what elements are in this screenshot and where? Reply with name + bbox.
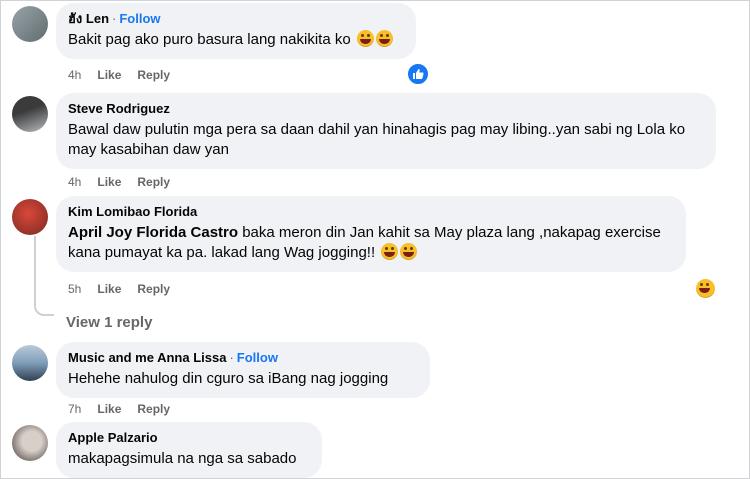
reply-button[interactable]: Reply (137, 282, 170, 296)
comment-time[interactable]: 4h (68, 175, 81, 189)
comment-actions: 4h Like Reply (68, 175, 186, 189)
follow-button[interactable]: Follow (119, 11, 160, 26)
reply-thread-line (34, 236, 54, 316)
comment-time[interactable]: 7h (68, 402, 81, 416)
comment-text: Hehehe nahulog din cguro sa iBang nag jo… (68, 370, 389, 387)
comment-author[interactable]: ฮัง Len (68, 11, 109, 26)
comment-author[interactable]: Steve Rodriguez (68, 101, 704, 117)
comment-text-body: Bakit pag ako puro basura lang nakikita … (68, 31, 351, 48)
laughing-face-emoji (400, 243, 418, 260)
reply-button[interactable]: Reply (137, 175, 170, 189)
like-button[interactable]: Like (97, 282, 121, 296)
comment-bubble: Apple Palzario makapagsimula na nga sa s… (56, 422, 322, 478)
comment-time[interactable]: 5h (68, 282, 81, 296)
like-button[interactable]: Like (97, 175, 121, 189)
comment-author[interactable]: Music and me Anna Lissa (68, 350, 226, 365)
separator-dot: · (112, 11, 117, 26)
avatar[interactable] (12, 425, 48, 461)
avatar[interactable] (12, 96, 48, 132)
avatar[interactable] (12, 199, 48, 235)
comment-text: April Joy Florida Castro baka meron din … (68, 223, 674, 263)
laughing-face-emoji (381, 243, 399, 260)
separator-dot: · (229, 350, 234, 365)
laughing-face-emoji (375, 30, 393, 47)
comment-author[interactable]: Apple Palzario (68, 430, 310, 446)
avatar[interactable] (12, 6, 48, 42)
laughing-face-emoji (356, 30, 374, 47)
comment-bubble: Steve Rodriguez Bawal daw pulutin mga pe… (56, 93, 716, 169)
comment-author-row: ฮัง Len · Follow (68, 11, 404, 27)
avatar[interactable] (12, 345, 48, 381)
reply-button[interactable]: Reply (137, 68, 170, 82)
mention-link[interactable]: April Joy Florida Castro (68, 224, 238, 241)
like-button[interactable]: Like (97, 402, 121, 416)
comment-time[interactable]: 4h (68, 68, 81, 82)
comment-actions: 4h Like Reply (68, 68, 186, 82)
comment-author-row: Music and me Anna Lissa · Follow (68, 350, 418, 366)
comment-bubble: ฮัง Len · Follow Bakit pag ako puro basura… (56, 3, 416, 59)
laughing-face-emoji[interactable] (696, 279, 715, 298)
comment-author[interactable]: Kim Lomibao Florida (68, 204, 674, 220)
view-replies-link[interactable]: View 1 reply (66, 314, 152, 331)
thumbs-up-icon[interactable] (406, 62, 430, 86)
like-button[interactable]: Like (97, 68, 121, 82)
comment-text: Bakit pag ako puro basura lang nakikita … (68, 30, 404, 50)
comment-actions: 7h Like Reply (68, 402, 186, 416)
comment-bubble: Kim Lomibao Florida April Joy Florida Ca… (56, 196, 686, 272)
comment-bubble: Music and me Anna Lissa · Follow Hehehe na… (56, 342, 430, 398)
comment-text: Bawal daw pulutin mga pera sa daan dahil… (68, 121, 686, 158)
follow-button[interactable]: Follow (237, 350, 278, 365)
comment-actions: 5h Like Reply (68, 282, 186, 296)
comment-text: makapagsimula na nga sa sabado (68, 450, 297, 467)
reply-button[interactable]: Reply (137, 402, 170, 416)
